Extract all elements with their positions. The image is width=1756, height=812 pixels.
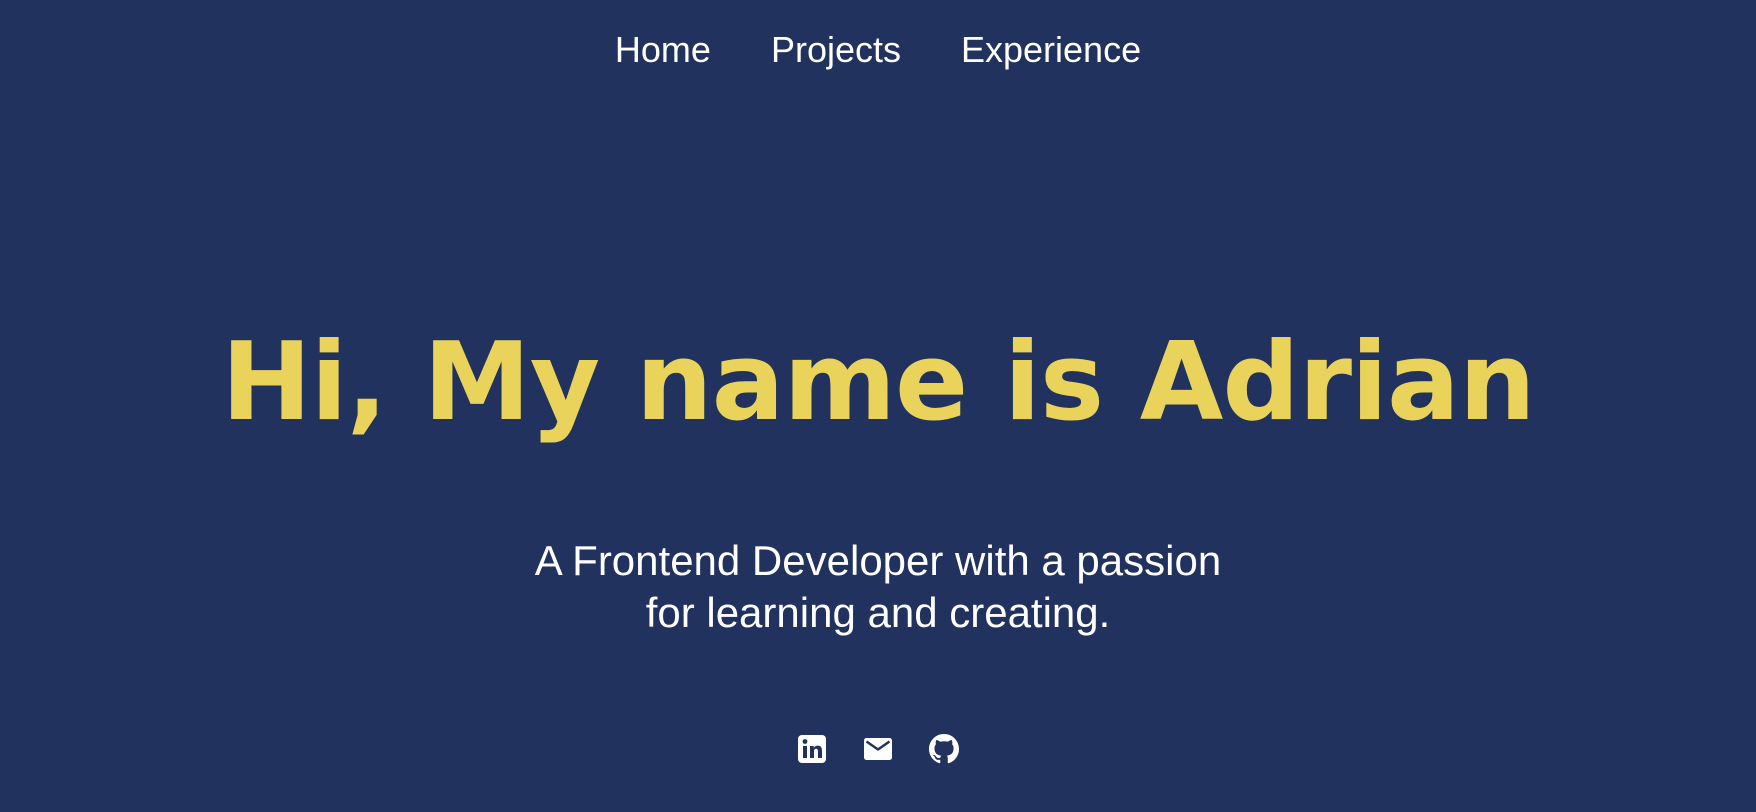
linkedin-icon [798,735,826,763]
nav-home-link[interactable]: Home [615,28,711,72]
mail-icon [864,738,892,760]
github-link[interactable] [929,731,959,767]
top-nav: Home Projects Experience [0,28,1756,72]
github-icon [929,734,959,764]
tagline-line-1: A Frontend Developer with a passion [534,537,1222,584]
nav-projects-link[interactable]: Projects [771,28,901,72]
nav-experience-link[interactable]: Experience [961,28,1141,72]
social-links [0,731,1756,767]
hero-tagline: A Frontend Developer with a passion for … [0,535,1756,639]
hero-title: Hi, My name is Adrian [221,320,1536,445]
tagline-line-2: for learning and creating. [645,589,1111,636]
linkedin-link[interactable] [797,731,827,767]
email-link[interactable] [863,731,893,767]
